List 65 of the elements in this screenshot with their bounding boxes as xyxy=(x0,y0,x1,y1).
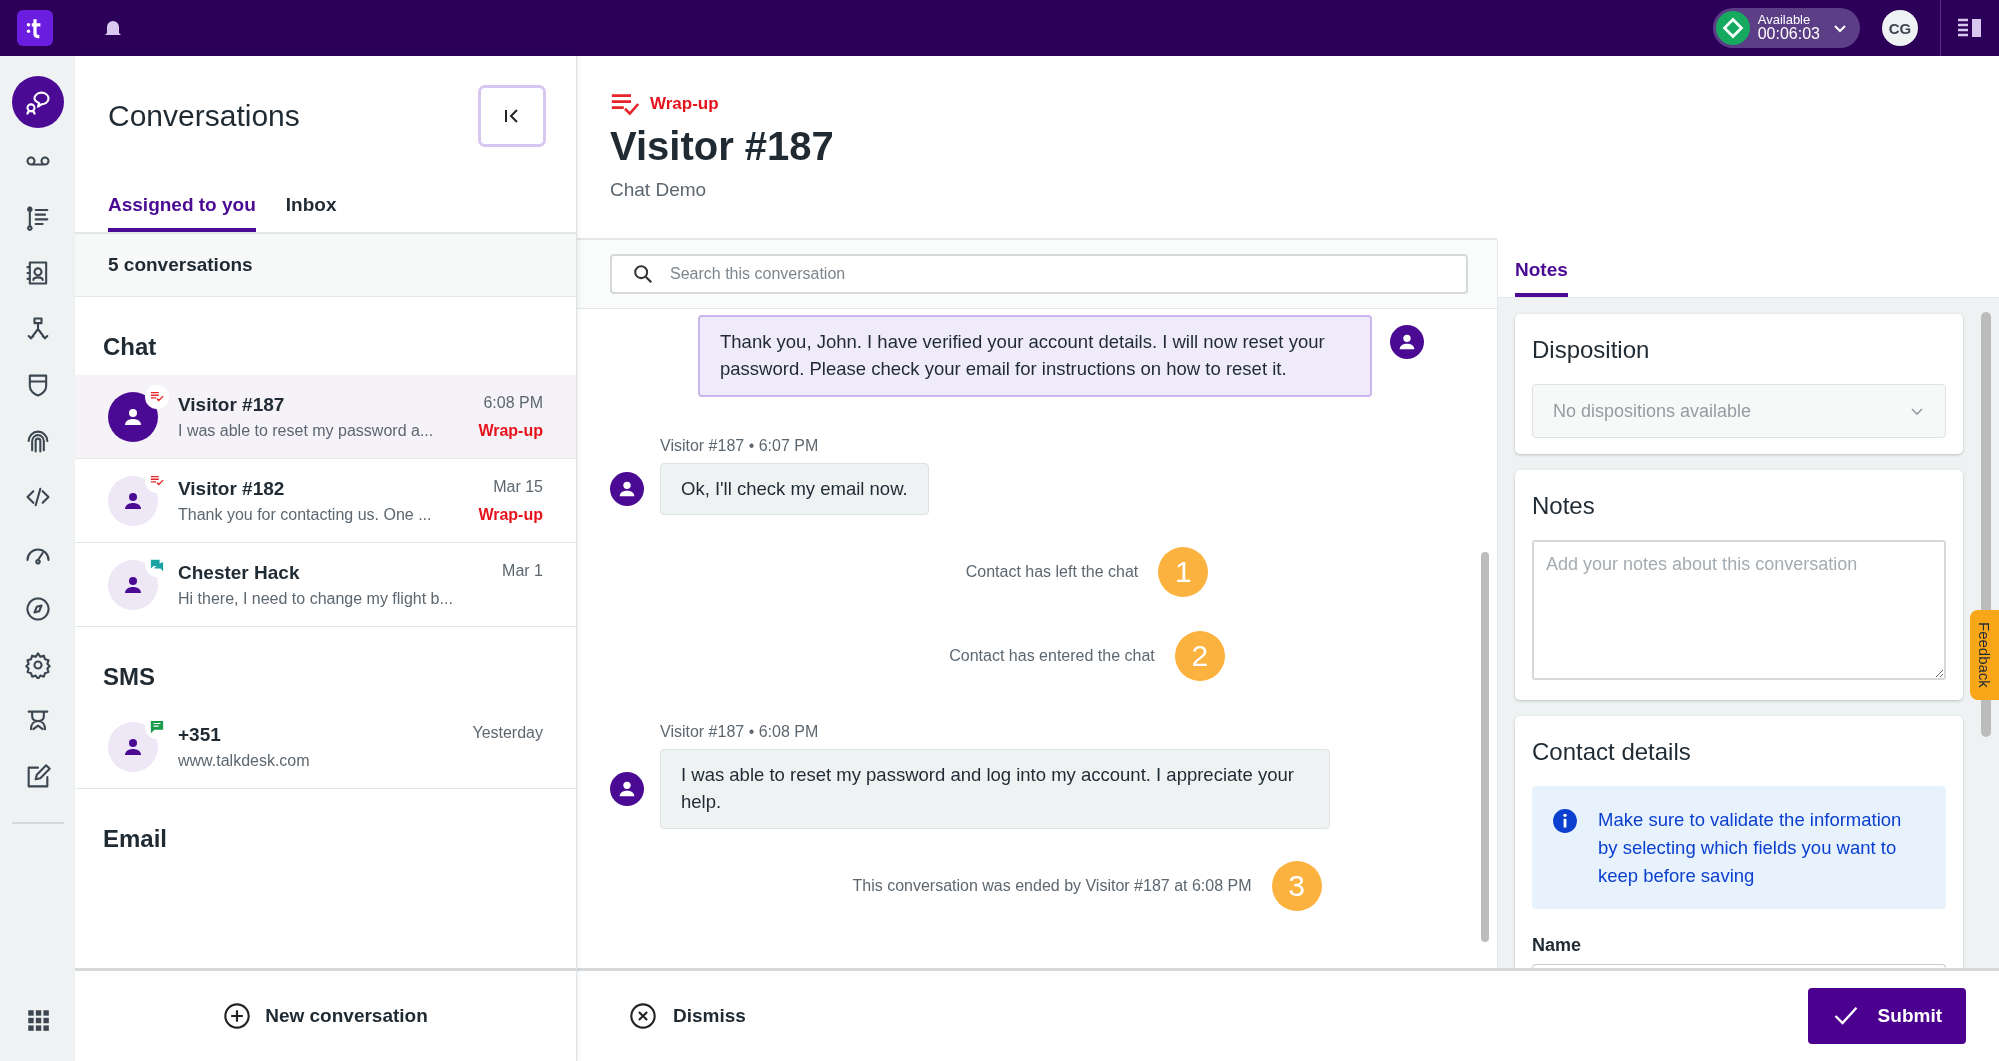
agent-message: Thank you, John. I have verified your account details. I will now reset your password. Please check your email for instructions on how to reset it. xyxy=(698,315,1372,397)
plus-circle-icon xyxy=(223,1002,252,1030)
card-title: Contact details xyxy=(1532,738,1692,766)
status-label: Available xyxy=(1757,12,1811,27)
feedback-tab[interactable]: Feedback xyxy=(1970,610,1999,700)
message-preview: www.talkdesk.com xyxy=(178,751,310,770)
chat-event: Contact has left the chat xyxy=(965,563,1139,582)
panel-layout-icon[interactable] xyxy=(1956,16,1984,40)
conversation-title: Visitor #187 xyxy=(610,124,835,169)
contact-name: +351 xyxy=(178,723,221,746)
status-timer: 00:06:03 xyxy=(1757,26,1820,44)
visitor-message: I was able to reset my password and log into my account. I appreciate your help. xyxy=(660,749,1330,830)
wrap-up-icon xyxy=(145,385,169,409)
contact-name: Visitor #187 xyxy=(178,393,285,416)
scrollbar[interactable] xyxy=(1481,552,1489,942)
visitor-message: Ok, I'll check my email now. xyxy=(660,462,929,516)
chat-event: Contact has entered the chat xyxy=(949,647,1155,666)
card-title: Notes xyxy=(1532,492,1596,520)
conversation-time: 6:08 PM xyxy=(483,393,543,413)
group-heading: Chat xyxy=(102,332,158,362)
status-selector[interactable]: Available 00:06:03 xyxy=(1712,8,1860,48)
wrap-up-status: Wrap-up xyxy=(478,505,543,524)
search-field[interactable]: Search this conversation xyxy=(610,254,1468,294)
panel-title: Conversations xyxy=(108,99,300,133)
callout-number: 3 xyxy=(1271,861,1322,912)
compass-icon xyxy=(23,595,52,623)
user-avatar[interactable]: CG xyxy=(1882,10,1918,46)
submit-button[interactable]: Submit xyxy=(1807,988,1966,1044)
nav-item[interactable] xyxy=(11,76,64,128)
conversation-time: Mar 1 xyxy=(502,561,543,581)
conversation-item[interactable]: Chester Hack Mar 1 Hi there, I need to change my flight b... xyxy=(75,543,576,627)
dismiss-button[interactable]: Dismiss xyxy=(623,1001,752,1031)
close-circle-icon xyxy=(629,1002,657,1030)
wrap-up-icon xyxy=(610,92,640,116)
contact-name: Chester Hack xyxy=(178,561,300,584)
card-title: Disposition xyxy=(1532,336,1651,364)
field-label: Name xyxy=(1532,935,1583,957)
callout-number: 2 xyxy=(1174,631,1225,682)
message-preview: I was able to reset my password a... xyxy=(178,421,434,440)
notes-field[interactable]: Add your notes about this conversation xyxy=(1532,540,1946,680)
conversation-item[interactable]: Visitor #187 6:08 PM I was able to reset my password a... Wrap-up xyxy=(75,375,576,459)
conversation-subtitle: Chat Demo xyxy=(610,179,708,201)
callout-number: 1 xyxy=(1158,547,1209,598)
group-heading: SMS xyxy=(102,662,156,692)
chat-event: This conversation was ended by Visitor #187 at 6:08 PM xyxy=(852,877,1252,896)
new-conversation-button[interactable]: New conversation xyxy=(217,1001,434,1031)
logo-icon[interactable] xyxy=(17,10,53,46)
settings-icon xyxy=(23,651,52,679)
message-meta: Visitor #187 • 6:07 PM xyxy=(659,436,820,455)
conversation-count: 5 conversations xyxy=(75,234,576,297)
wrap-up-status: Wrap-up xyxy=(650,94,719,114)
contact-name: Visitor #182 xyxy=(178,477,285,500)
group-heading: Email xyxy=(102,824,169,854)
info-text: Make sure to validate the information by selecting which fields you want to keep before saving xyxy=(1598,808,1903,888)
conversation-item[interactable]: Visitor #182 Mar 15 Thank you for contacting us. One ... Wrap-up xyxy=(75,459,576,543)
conversation-time: Yesterday xyxy=(472,723,543,743)
message-meta: Visitor #187 • 6:08 PM xyxy=(659,723,820,742)
search-icon xyxy=(632,263,654,285)
conversation-time: Mar 15 xyxy=(493,477,543,497)
wrap-up-status: Wrap-up xyxy=(478,421,543,440)
info-icon xyxy=(1552,808,1578,834)
tab[interactable]: Inbox xyxy=(285,186,337,232)
message-preview: Hi there, I need to change my flight b... xyxy=(178,589,453,608)
conversation-item[interactable]: +351 Yesterday www.talkdesk.com xyxy=(75,705,576,789)
message-preview: Thank you for contacting us. One ... xyxy=(178,505,432,524)
